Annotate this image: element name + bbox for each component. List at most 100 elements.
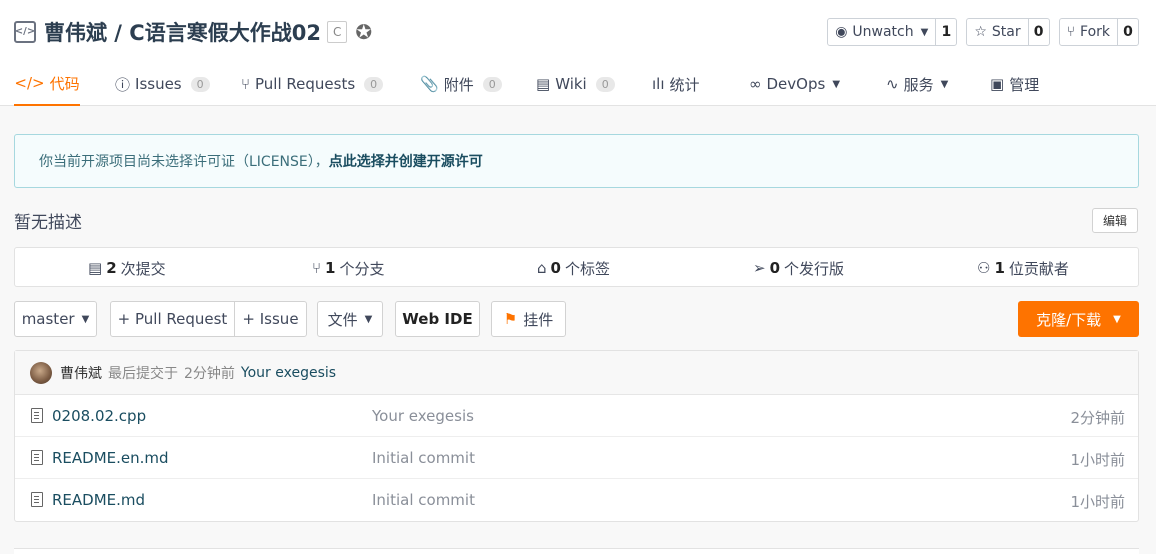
tab-code[interactable]: </> 代码	[14, 62, 80, 106]
tab-attachments[interactable]: 📎 附件 0	[420, 62, 502, 106]
file-name[interactable]: README.en.md	[52, 449, 169, 467]
repo-actions: ◉ Unwatch ▼ 1 ☆ Star 0 ⑂ Fork 0	[827, 18, 1139, 46]
star-count[interactable]: 0	[1029, 19, 1049, 45]
tab-manage[interactable]: ▣ 管理	[990, 62, 1039, 106]
watch-button[interactable]: ◉ Unwatch ▼ 1	[827, 18, 958, 46]
watch-count[interactable]: 1	[936, 19, 956, 45]
license-notice: 你当前开源项目尚未选择许可证（LICENSE）， 点此选择并创建开源许可	[14, 134, 1139, 188]
tab-pull-requests[interactable]: ⑂ Pull Requests 0	[241, 62, 384, 106]
repo-description: 暂无描述	[14, 213, 82, 233]
stat-label: 位贡献者	[1008, 259, 1069, 278]
chevron-down-icon: ▼	[920, 26, 929, 38]
last-commit-bar: 曹伟斌 最后提交于 2分钟前 Your exegesis	[15, 351, 1138, 395]
tab-count: 0	[482, 76, 502, 92]
tab-services[interactable]: ∿ 服务 ▼	[886, 62, 948, 106]
tab-devops[interactable]: ∞ DevOps ▼	[749, 62, 840, 106]
branch-label: master	[21, 310, 75, 328]
widget-label: 挂件	[523, 310, 554, 329]
commit-time: 2分钟前	[184, 365, 235, 382]
branch-icon: ⑂	[312, 259, 322, 277]
file-list: 曹伟斌 最后提交于 2分钟前 Your exegesis 0208.02.cpp…	[14, 350, 1139, 522]
stat-branches[interactable]: ⑂ 1 个分支	[312, 248, 384, 288]
tab-label: 服务	[903, 75, 934, 94]
stat-count: 1	[325, 259, 336, 277]
chevron-down-icon: ▼	[940, 78, 949, 90]
issue-icon: ⓘ	[115, 75, 131, 94]
tab-issues[interactable]: ⓘ Issues 0	[115, 62, 210, 106]
license-link[interactable]: 点此选择并创建开源许可	[329, 151, 483, 171]
stat-label: 次提交	[120, 259, 166, 278]
file-icon	[31, 492, 43, 507]
tab-label: Wiki	[555, 75, 587, 93]
file-time: 1小时前	[1070, 493, 1125, 511]
clone-download-button[interactable]: 克隆/下载 ▼	[1018, 301, 1139, 337]
star-button[interactable]: ☆ Star 0	[966, 18, 1050, 46]
chevron-down-icon: ▼	[81, 313, 90, 325]
fork-button[interactable]: ⑂ Fork 0	[1058, 18, 1139, 46]
tab-stats[interactable]: ılı 统计	[652, 62, 700, 106]
tab-label: Issues	[135, 75, 182, 93]
fork-label: Fork	[1080, 24, 1110, 40]
file-name[interactable]: README.md	[52, 491, 145, 509]
settings-doc-icon: ▣	[990, 75, 1005, 93]
paperclip-icon: 📎	[420, 75, 439, 93]
fork-count[interactable]: 0	[1118, 19, 1138, 45]
stat-contributors[interactable]: ⚇ 1 位贡献者	[977, 248, 1069, 288]
watch-label: Unwatch	[852, 24, 914, 40]
stat-releases[interactable]: ➢ 0 个发行版	[753, 248, 844, 288]
commit-prefix: 最后提交于	[108, 365, 178, 382]
stat-tags[interactable]: ⌂ 0 个标签	[537, 248, 610, 288]
file-row[interactable]: 0208.02.cpp Your exegesis 2分钟前	[15, 395, 1138, 437]
tag-icon: ⌂	[537, 259, 547, 277]
stat-count: 0	[769, 259, 781, 277]
file-menu-button[interactable]: 文件 ▼	[317, 301, 383, 337]
chevron-down-icon: ▼	[1113, 313, 1121, 325]
file-commit-message[interactable]: Initial commit	[372, 491, 475, 509]
web-ide-button[interactable]: Web IDE	[395, 301, 480, 337]
file-time: 2分钟前	[1070, 409, 1125, 427]
tab-label: DevOps	[766, 75, 826, 93]
pull-request-icon: ⑂	[241, 75, 251, 93]
fork-icon: ⑂	[1066, 24, 1076, 40]
file-icon	[31, 450, 43, 465]
avatar[interactable]	[30, 361, 52, 384]
file-commit-message[interactable]: Your exegesis	[372, 407, 474, 425]
branch-select[interactable]: master ▼	[14, 301, 97, 337]
tab-wiki[interactable]: ▤ Wiki 0	[536, 62, 615, 106]
edit-description-button[interactable]: 编辑	[1091, 208, 1138, 233]
tab-count: 0	[364, 76, 384, 92]
file-row[interactable]: README.en.md Initial commit 1小时前	[15, 437, 1138, 479]
repo-header: </> 曹伟斌 / C语言寒假大作战02 C ✪ ◉ Unwatch ▼ 1 ☆ St…	[0, 0, 1156, 106]
stat-label: 个分支	[339, 259, 385, 278]
file-commit-message[interactable]: Initial commit	[372, 449, 475, 467]
language-badge: C	[326, 21, 348, 43]
repo-name[interactable]: 曹伟斌 / C语言寒假大作战02	[44, 17, 321, 47]
chevron-down-icon: ▼	[832, 78, 841, 90]
widget-button[interactable]: ⚑ 挂件	[491, 301, 566, 337]
file-label: 文件	[327, 310, 358, 329]
eye-icon: ◉	[835, 24, 848, 40]
commit-author[interactable]: 曹伟斌	[60, 363, 102, 383]
tab-label: 统计	[669, 75, 700, 94]
stat-label: 个发行版	[784, 259, 845, 278]
next-panel-edge	[14, 548, 1139, 554]
stat-commits[interactable]: ▤ 2 次提交	[88, 248, 166, 288]
bar-chart-icon: ılı	[652, 75, 665, 93]
repo-tabs: </> 代码 ⓘ Issues 0 ⑂ Pull Requests 0 📎 附件 0 ▤ Wik…	[0, 62, 1156, 106]
stat-label: 个标签	[564, 259, 610, 278]
file-name[interactable]: 0208.02.cpp	[52, 407, 146, 425]
users-icon: ⚇	[977, 259, 991, 277]
tab-label: 管理	[1009, 75, 1040, 94]
new-pull-request-button[interactable]: + Pull Request	[110, 301, 235, 337]
file-icon	[31, 408, 43, 423]
repo-title-bar: </> 曹伟斌 / C语言寒假大作战02 C ✪	[14, 15, 372, 49]
new-issue-button[interactable]: + Issue	[234, 301, 307, 337]
commit-message[interactable]: Your exegesis	[241, 365, 336, 381]
tab-label: 附件	[443, 75, 474, 94]
code-icon: </>	[14, 74, 45, 92]
file-time: 1小时前	[1070, 451, 1125, 469]
medal-icon[interactable]: ✪	[355, 20, 372, 44]
file-row[interactable]: README.md Initial commit 1小时前	[15, 479, 1138, 521]
repo-code-icon: </>	[14, 21, 36, 43]
tab-count: 0	[190, 76, 210, 92]
